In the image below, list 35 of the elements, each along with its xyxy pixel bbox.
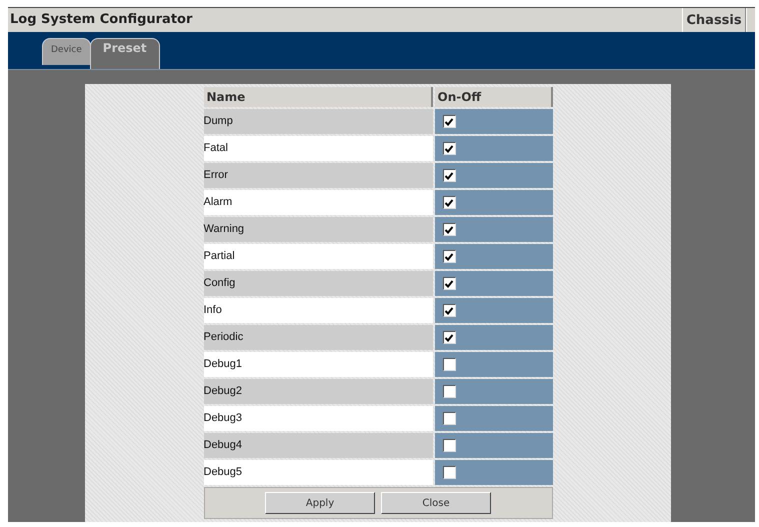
tab[interactable]: Device — [42, 38, 91, 65]
table-cell: Periodic — [204, 325, 432, 350]
checkbox[interactable] — [442, 331, 456, 344]
table-cell: Partial — [204, 244, 432, 269]
action-button[interactable]: Apply — [265, 492, 375, 514]
checkbox[interactable] — [442, 385, 456, 398]
checkbox[interactable] — [442, 412, 456, 425]
checkbox[interactable] — [442, 277, 456, 290]
checkbox[interactable] — [442, 358, 456, 371]
table-cell: Debug4 — [204, 433, 432, 458]
table-cell: Warning — [204, 217, 432, 242]
table-cell: Fatal — [204, 136, 432, 161]
table-cell: Dump — [204, 109, 432, 134]
checkbox[interactable] — [442, 466, 456, 479]
checkbox[interactable] — [442, 250, 456, 263]
checkbox[interactable] — [442, 142, 456, 155]
table-cell: Debug1 — [204, 352, 432, 377]
checkbox[interactable] — [442, 115, 456, 128]
checkbox[interactable] — [442, 169, 456, 182]
checkbox[interactable] — [442, 223, 456, 236]
column-header: Name — [204, 87, 432, 107]
checkbox[interactable] — [442, 304, 456, 317]
table-cell: Config — [204, 271, 432, 296]
column-header: On-Off — [434, 87, 552, 107]
window-title: Log System Configurator — [9, 11, 194, 29]
table-cell: Error — [204, 163, 432, 188]
checkbox[interactable] — [442, 439, 456, 452]
action-button[interactable]: Close — [381, 492, 491, 514]
table-cell: Alarm — [204, 190, 432, 215]
table-cell: Debug2 — [204, 379, 432, 404]
chassis-button[interactable]: Chassis — [682, 8, 746, 32]
table-cell: Debug5 — [204, 460, 432, 485]
table-cell: Debug3 — [204, 406, 432, 431]
checkbox[interactable] — [442, 196, 456, 209]
table-cell: Info — [204, 298, 432, 323]
